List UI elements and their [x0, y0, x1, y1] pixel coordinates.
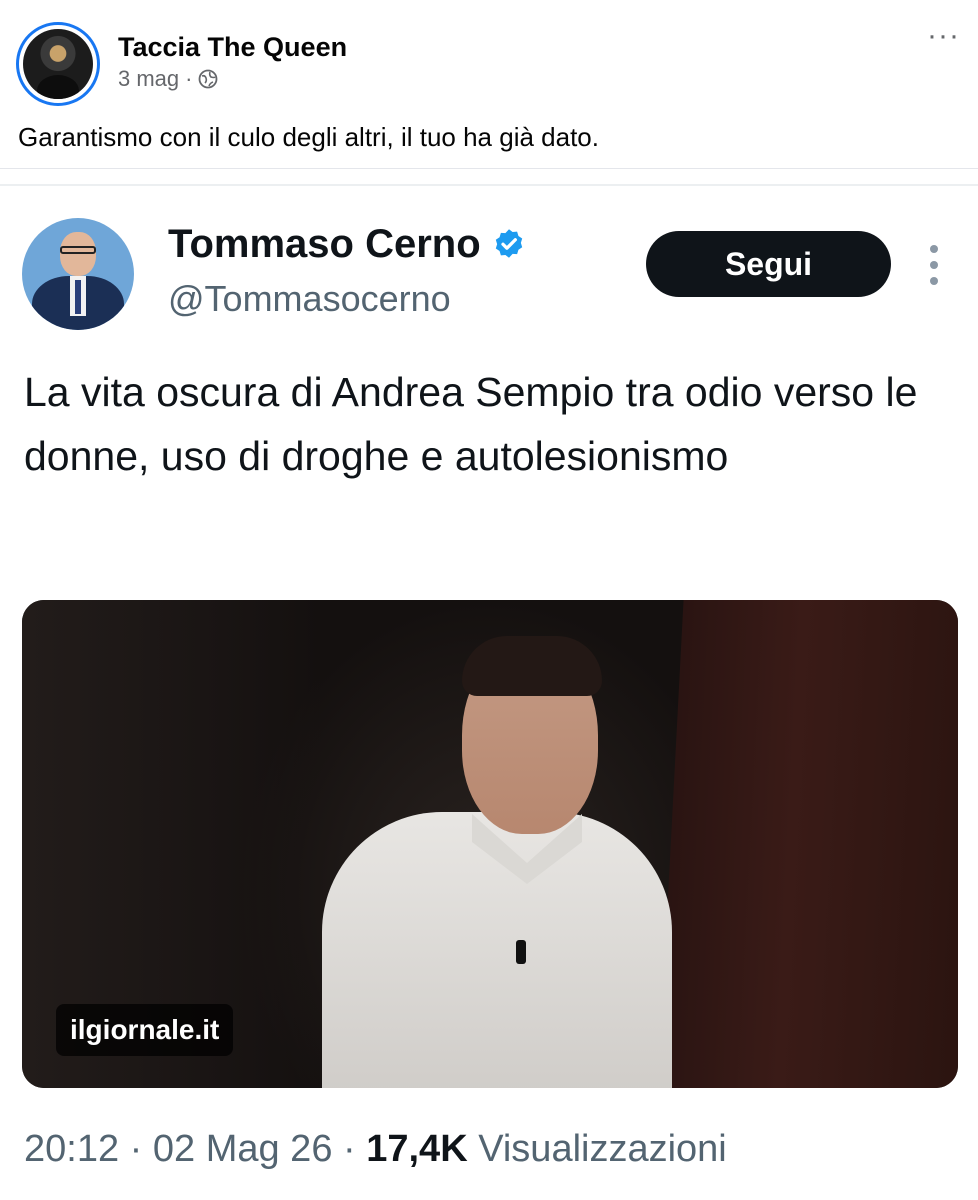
tweet-time[interactable]: 20:12 — [24, 1128, 119, 1171]
avatar-face — [60, 232, 96, 276]
footer-separator: · — [332, 1128, 367, 1170]
author-avatar[interactable] — [16, 22, 100, 106]
views-count: 17,4K — [366, 1128, 468, 1170]
background-signage — [768, 610, 948, 1080]
views-label: Visualizzazioni — [478, 1128, 727, 1170]
tweet-text: La vita oscura di Andrea Sempio tra odio… — [24, 369, 918, 479]
verified-badge-icon — [491, 227, 527, 263]
media-source-badge: ilgiornale.it — [56, 1004, 234, 1056]
tweet-footer: 20:12 · 02 Mag 26 · 17,4K Visualizzazion… — [24, 1128, 727, 1171]
tweet-media-image[interactable]: ilgiornale.it — [22, 600, 958, 1088]
post-meta: 3 mag · — [118, 66, 218, 92]
follow-button[interactable]: Segui — [646, 231, 891, 297]
meta-separator: · — [185, 66, 193, 91]
divider — [0, 184, 978, 186]
avatar-image — [23, 29, 93, 99]
tweet-author-name-row: Tommaso Cerno — [168, 222, 527, 267]
post-date[interactable]: 3 mag — [118, 66, 179, 92]
tweet-author-handle[interactable]: @Tommasocerno — [168, 278, 451, 320]
dot — [930, 245, 938, 253]
tweet-author-name[interactable]: Tommaso Cerno — [168, 222, 481, 267]
dot — [930, 277, 938, 285]
tweet-author-avatar[interactable] — [22, 218, 134, 330]
more-options-icon[interactable]: ··· — [927, 21, 960, 51]
tweet-date[interactable]: 02 Mag 26 — [153, 1128, 333, 1171]
lapel-mic — [516, 940, 526, 964]
dot — [930, 261, 938, 269]
facebook-post-header: Taccia The Queen 3 mag · ··· — [0, 0, 978, 110]
divider — [0, 168, 978, 169]
avatar-tie — [75, 280, 81, 314]
post-text: Garantismo con il culo degli altri, il t… — [18, 122, 599, 152]
globe-icon — [198, 69, 218, 89]
avatar-glasses — [60, 246, 96, 254]
footer-separator: · — [119, 1128, 153, 1170]
author-name[interactable]: Taccia The Queen — [118, 32, 347, 63]
views-spacer — [468, 1128, 479, 1171]
tweet-more-icon[interactable] — [928, 245, 940, 285]
person-hair — [462, 636, 602, 696]
